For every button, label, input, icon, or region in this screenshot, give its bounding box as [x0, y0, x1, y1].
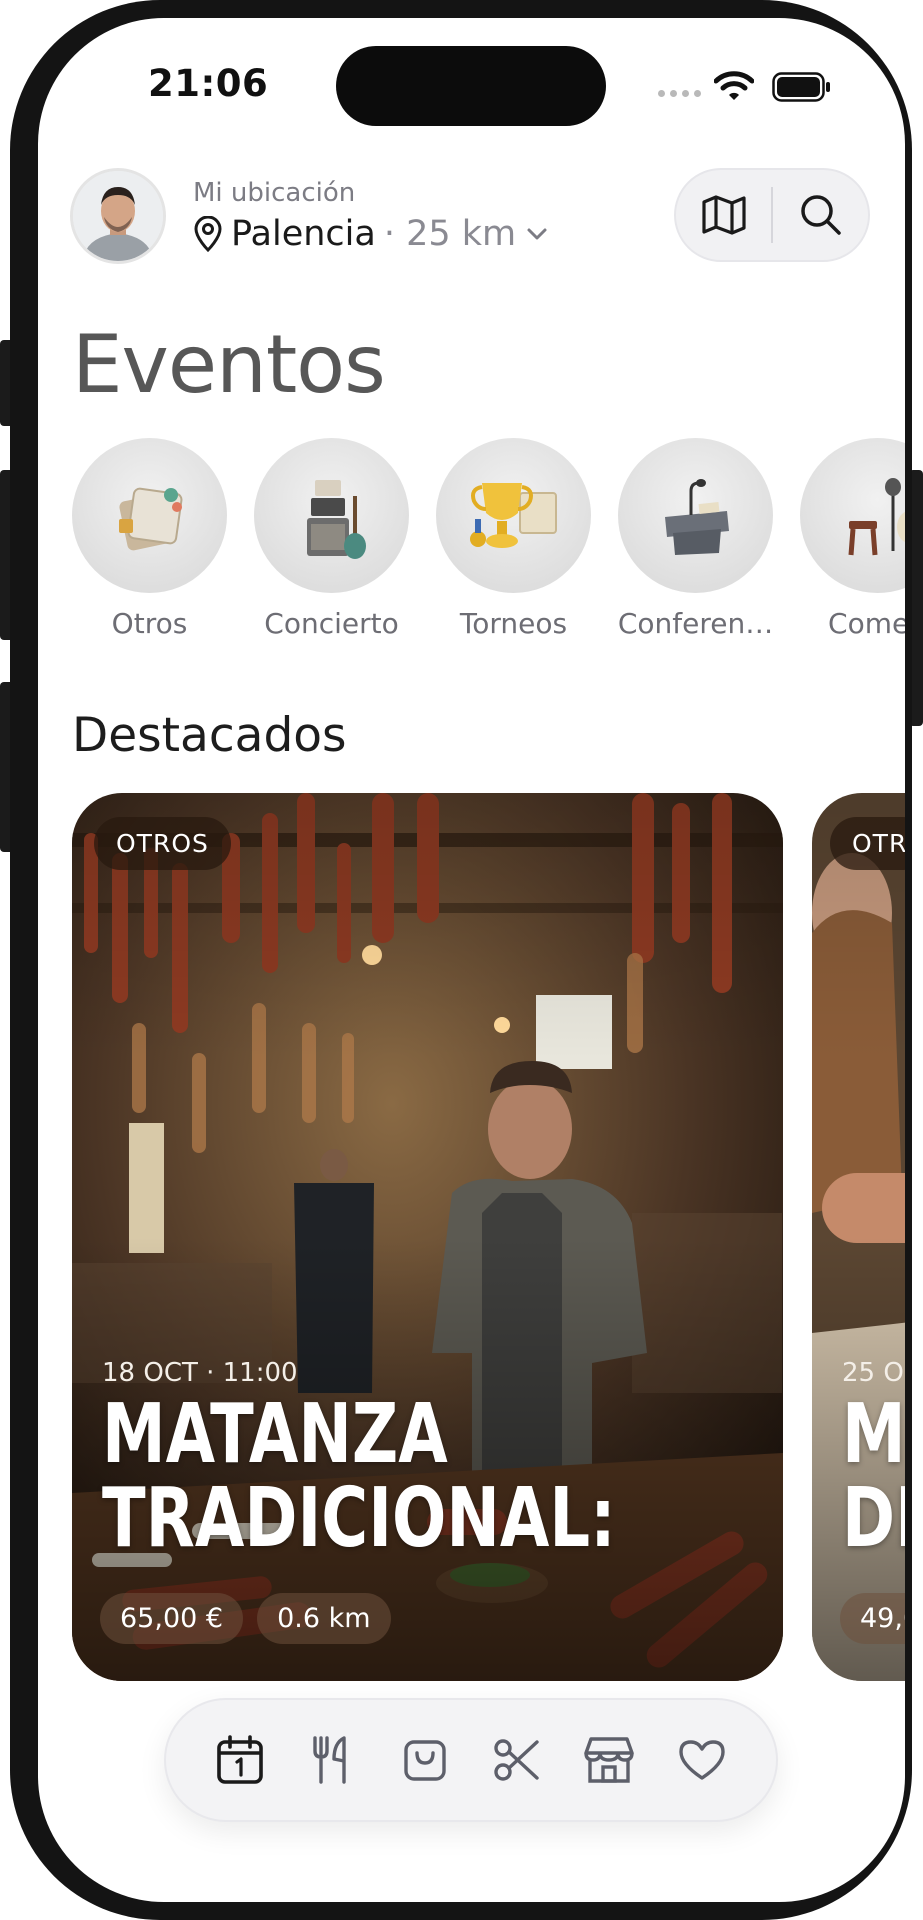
map-button[interactable] [676, 170, 771, 260]
event-title: M DI [842, 1393, 905, 1561]
category-label: Torneos [459, 607, 568, 640]
store-icon [584, 1737, 635, 1783]
dynamic-island [336, 46, 606, 126]
avatar-photo [73, 171, 163, 261]
heart-icon [679, 1740, 725, 1780]
phone-frame: 21:06 Mi ubicación Palencia · 25 km Even… [10, 0, 912, 1920]
event-chips: 49,0 [840, 1593, 905, 1644]
header-actions [674, 168, 870, 262]
search-button[interactable] [773, 170, 868, 260]
profile-avatar[interactable] [70, 168, 166, 264]
price-chip: 49,0 [840, 1593, 905, 1644]
category-label: Conferen… [617, 607, 774, 640]
status-time: 21:06 [148, 62, 269, 105]
location-pin-icon [194, 216, 222, 252]
calendar-icon [217, 1735, 263, 1784]
event-category-tag: OTROS [94, 817, 231, 870]
comedy-mask-icon [800, 438, 905, 593]
category-concierto[interactable]: Concierto [254, 438, 409, 640]
utensils-icon [313, 1736, 347, 1784]
featured-heading: Destacados [72, 708, 347, 763]
podium-icon [618, 438, 773, 593]
category-label: Comed [828, 607, 905, 640]
wifi-icon [714, 71, 754, 100]
battery-icon [772, 72, 830, 102]
tab-restaurantes[interactable] [300, 1728, 364, 1792]
category-conferencia[interactable]: Conferen… [618, 438, 773, 640]
scissors-icon [494, 1739, 539, 1781]
bag-icon [404, 1740, 446, 1781]
page-title: Eventos [72, 318, 386, 411]
location-distance: · 25 km [383, 214, 517, 254]
location-city: Palencia [231, 214, 376, 254]
trophy-icon [436, 438, 591, 593]
distance-chip: 0.6 km [257, 1593, 391, 1644]
price-chip: 65,00 € [100, 1593, 244, 1644]
event-card[interactable]: OTROS 18 OCT · 11:00 MATANZA TRADICIONAL… [72, 793, 783, 1681]
location-selector[interactable]: Palencia · 25 km [193, 214, 550, 254]
category-otros[interactable]: Otros [72, 438, 227, 640]
category-comedia[interactable]: Comed [800, 438, 905, 640]
event-card[interactable]: OTR 25 OC M DI 49,0 [812, 793, 905, 1681]
category-label: Concierto [264, 607, 399, 640]
bottom-tab-bar [164, 1698, 778, 1822]
event-category-tag: OTR [830, 817, 905, 870]
event-title-line: DI [842, 1471, 905, 1566]
screen: 21:06 Mi ubicación Palencia · 25 km Even… [38, 18, 905, 1902]
event-title: MATANZA TRADICIONAL: [102, 1393, 616, 1561]
category-torneos[interactable]: Torneos [436, 438, 591, 640]
map-icon [701, 195, 746, 235]
category-carousel[interactable]: Otros Concierto Torneos Conferen… Come [72, 438, 905, 640]
event-date: 18 OCT · 11:00 [102, 1358, 298, 1388]
calendar-gift-icon [72, 438, 227, 593]
event-title-line: MATANZA [102, 1387, 448, 1482]
amplifier-guitar-icon [254, 438, 409, 593]
search-icon [800, 195, 841, 235]
event-title-line: TRADICIONAL: [102, 1471, 616, 1566]
tab-favoritos[interactable] [670, 1728, 734, 1792]
event-date: 25 OC [842, 1358, 905, 1388]
event-chips: 65,00 € 0.6 km [100, 1593, 391, 1644]
location-label: Mi ubicación [193, 178, 356, 208]
tab-comercios[interactable] [577, 1728, 641, 1792]
cellular-signal-icon [658, 90, 701, 97]
chevron-down-icon [527, 228, 547, 240]
tab-servicios[interactable] [485, 1728, 549, 1792]
tab-compras[interactable] [393, 1728, 457, 1792]
category-label: Otros [111, 607, 188, 640]
tab-eventos[interactable] [208, 1728, 272, 1792]
event-title-line: M [842, 1387, 905, 1482]
